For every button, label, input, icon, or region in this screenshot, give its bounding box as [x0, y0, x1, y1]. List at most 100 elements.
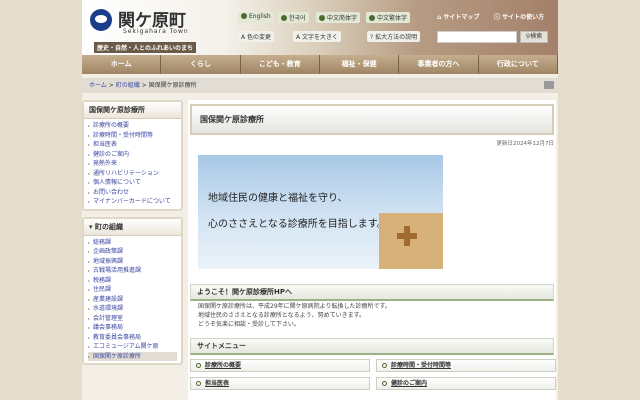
bullet-icon [196, 363, 201, 368]
welcome-heading: ようこそ！関ケ原診療所HPへ [190, 284, 554, 301]
howto-label: サイトの使い方 [502, 14, 545, 21]
global-nav: ホーム くらし こども・教育 福祉・保健 事業者の方へ 行政について [82, 55, 558, 74]
lang-english[interactable]: English [238, 12, 274, 23]
howto-link[interactable]: ⓘ サイトの使い方 [494, 12, 544, 21]
sidebar-clinic-list: 診療所の概要診療時間・受付時間等担当医表健診のご案内発熱外来通所リハビリテーショ… [84, 119, 181, 209]
tool-label: 色の変更 [247, 34, 272, 41]
bullet-icon [196, 381, 201, 386]
sidebar-link[interactable]: 担当医表 [88, 140, 177, 150]
sidebar-link[interactable]: 税務課 [88, 276, 177, 286]
sidebar-link[interactable]: 個人情報について [88, 178, 177, 188]
sidebar-clinic-title: 国保関ケ原診療所 [84, 102, 181, 119]
welcome-line: 国保関ケ原診療所は、平成29年に関ケ原病院より転換した診療所です。 [198, 303, 391, 310]
breadcrumb-current: 国保関ケ原診療所 [148, 82, 197, 89]
sidebar-clinic-menu: 国保関ケ原診療所 診療所の概要診療時間・受付時間等担当医表健診のご案内発熱外来通… [82, 100, 183, 211]
sidebar-link[interactable]: 住民課 [88, 285, 177, 295]
welcome-line: 地域住民のささえとなる診療所となるよう、努めていきます。 [198, 312, 366, 319]
zoom-help-button[interactable]: ? 拡大方法の説明 [367, 31, 421, 42]
menu-doctors[interactable]: 担当医表 [190, 377, 370, 390]
nav-business[interactable]: 事業者の方へ [399, 55, 479, 74]
lang-korean[interactable]: 한국어 [278, 12, 309, 23]
site-logo-subtitle: Sekigahara Town [123, 28, 189, 35]
welcome-text: 国保関ケ原診療所は、平成29年に関ケ原病院より転換した診療所です。 地域住民のさ… [198, 302, 391, 329]
clinic-banner-image: 地域住民の健康と福祉を守り、 心のささえとなる診療所を目指します。 [198, 155, 443, 269]
nav-welfare[interactable]: 福祉・保健 [319, 55, 400, 74]
sidebar-link[interactable]: 会計管理室 [88, 314, 177, 324]
menu-link[interactable]: 診療時間・受付時間等 [391, 362, 451, 369]
sitemap-link[interactable]: ⌂ サイトマップ [437, 12, 479, 21]
clinic-building-icon [379, 213, 443, 269]
sidebar-org-list: 総務課企画政策課地域振興課古戦場活用推進課税務課住民課産業建設課水道環境課会計管… [84, 236, 181, 364]
breadcrumb-org[interactable]: 町の組織 [116, 82, 140, 89]
updated-date: 更新日2024年12月7日 [496, 141, 555, 147]
nav-government[interactable]: 行政について [478, 55, 558, 74]
cross-icon [404, 226, 410, 246]
welcome-line: どうぞ気楽に相談・受診して下さい。 [198, 321, 300, 328]
sidebar-link[interactable]: 教育委員会事務局 [88, 333, 177, 343]
search-input[interactable] [437, 31, 517, 43]
breadcrumb-sep: > [141, 82, 147, 89]
nav-children[interactable]: こども・教育 [240, 55, 320, 74]
sidebar-link[interactable]: マイナンバーカードについて [88, 197, 177, 207]
sidebar: 国保関ケ原診療所 診療所の概要診療時間・受付時間等担当医表健診のご案内発熱外来通… [82, 100, 183, 371]
tool-label: 文字を大きく [302, 34, 339, 41]
town-logo-icon[interactable] [90, 9, 112, 31]
breadcrumb: ホーム > 町の組織 > 国保関ケ原診療所 [82, 78, 558, 93]
banner-line: 心のささえとなる診療所を目指します。 [208, 219, 387, 230]
sidebar-link[interactable]: 総務課 [88, 238, 177, 248]
sidebar-link[interactable]: 議会事務局 [88, 323, 177, 333]
print-icon[interactable] [544, 81, 554, 89]
search-button[interactable]: ⚲検索 [520, 31, 548, 43]
nav-home[interactable]: ホーム [82, 55, 162, 74]
main-content: 国保関ケ原診療所 更新日2024年12月7日 地域住民の健康と福祉を守り、 心の… [188, 100, 556, 400]
sidebar-link[interactable]: 古戦場活用推進課 [88, 266, 177, 276]
sidebar-link[interactable]: 診療時間・受付時間等 [88, 131, 177, 141]
menu-link[interactable]: 担当医表 [205, 380, 229, 387]
bullet-icon [281, 15, 287, 21]
sidebar-link[interactable]: 通所リハビリテーション [88, 169, 177, 179]
sidebar-link[interactable]: お問い合わせ [88, 188, 177, 198]
sidebar-link[interactable]: 診療所の概要 [88, 121, 177, 131]
lang-chinese-traditional[interactable]: 中文繁体字 [366, 12, 411, 23]
sidebar-org-menu: ▾ 町の組織 総務課企画政策課地域振興課古戦場活用推進課税務課住民課産業建設課水… [82, 216, 183, 365]
sidebar-link[interactable]: 国保関ケ原診療所 [88, 351, 177, 361]
sidebar-link[interactable]: 水道環境課 [88, 304, 177, 314]
lang-label: 한국어 [289, 15, 306, 22]
bullet-icon [369, 15, 375, 21]
lang-label: 中文繁体字 [377, 15, 408, 22]
banner-line: 地域住民の健康と福祉を守り、 [208, 193, 348, 204]
page-title: 国保関ケ原診療所 [190, 104, 554, 135]
nav-living[interactable]: くらし [161, 55, 241, 74]
sidebar-link[interactable]: 発熱外来 [88, 159, 177, 169]
tool-label: 拡大方法の説明 [375, 34, 418, 41]
menu-hours[interactable]: 診療時間・受付時間等 [376, 359, 556, 372]
sitemap-label: サイトマップ [443, 14, 480, 21]
sidebar-link[interactable]: 健診のご案内 [88, 150, 177, 160]
bullet-icon [241, 13, 247, 19]
lang-label: 中文简体字 [327, 15, 358, 22]
sidebar-link[interactable]: 地域振興課 [88, 257, 177, 267]
lang-chinese-simplified[interactable]: 中文简体字 [316, 12, 361, 23]
search-label: 検索 [530, 33, 543, 40]
sidebar-link[interactable]: 企画政策課 [88, 247, 177, 257]
sidebar-org-label: 町の組織 [94, 222, 123, 231]
menu-checkup[interactable]: 健診のご案内 [376, 377, 556, 390]
menu-link[interactable]: 診療所の概要 [205, 362, 241, 369]
page: 関ケ原町 Sekigahara Town 歴史・自然・人とのふれあいのまち En… [82, 0, 558, 400]
site-menu-heading: サイトメニュー [190, 338, 554, 355]
tagline: 歴史・自然・人とのふれあいのまち [94, 42, 196, 53]
text-larger-button[interactable]: A 文字を大きく [293, 31, 342, 42]
menu-overview[interactable]: 診療所の概要 [190, 359, 370, 372]
bullet-icon [382, 381, 387, 386]
sidebar-link[interactable]: 産業建設課 [88, 295, 177, 305]
sidebar-org-title[interactable]: ▾ 町の組織 [84, 218, 181, 236]
breadcrumb-home[interactable]: ホーム [89, 82, 107, 89]
bullet-icon [319, 15, 325, 21]
color-change-button[interactable]: A 色の変更 [238, 31, 275, 42]
site-header: 関ケ原町 Sekigahara Town 歴史・自然・人とのふれあいのまち En… [82, 0, 558, 55]
lang-label: English [249, 13, 271, 20]
breadcrumb-sep: > [108, 82, 114, 89]
bullet-icon [382, 363, 387, 368]
menu-link[interactable]: 健診のご案内 [391, 380, 427, 387]
sidebar-link[interactable]: エコミュージアム関ケ原 [88, 342, 177, 352]
